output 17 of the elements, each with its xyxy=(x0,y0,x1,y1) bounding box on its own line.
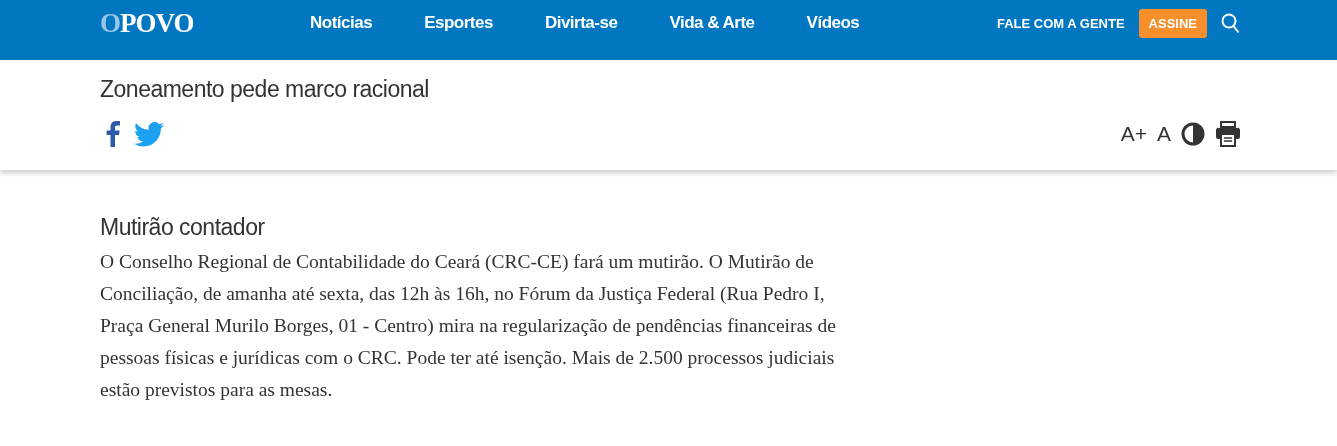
search-icon[interactable] xyxy=(1221,12,1240,34)
increase-font-button[interactable]: A+ xyxy=(1120,122,1147,146)
nav-link[interactable]: Vida & Arte xyxy=(669,13,755,33)
section-heading: Mutirão contador xyxy=(100,213,266,242)
print-icon[interactable] xyxy=(1215,121,1241,147)
decrease-font-button[interactable]: A xyxy=(1157,122,1171,146)
contact-link[interactable]: FALE COM A GENTE xyxy=(997,15,1125,31)
bird-icon[interactable] xyxy=(134,121,164,147)
article-title: Zoneamento pede marco racional xyxy=(100,76,430,103)
nav-link[interactable]: Vídeos xyxy=(806,13,860,33)
site-logo[interactable]: OPOVO xyxy=(100,7,310,39)
facebook-icon[interactable] xyxy=(106,121,120,147)
nav-link[interactable]: Divirta-se xyxy=(544,13,618,33)
article-paragraph: O Conselho Regional de Contabilidade do Ceará (CRC-CE) fará um mutirão. O Mutirão de Conciliação, de amanha até sexta, das 12h às 16h, no Fórum da Justiça Federal (Rua Pedro I, Praça General Murilo Borges, 01 - Centro) mira na regularização de pendências financeiras de pessoas físicas e jurídicas com o CRC. Pode ter até isenção. Mais de 2.500 processos judiciais estão previstos para as mesas. xyxy=(100,250,837,402)
nav-link[interactable]: Notícias xyxy=(310,13,373,33)
contrast-icon[interactable] xyxy=(1181,122,1205,146)
nav-link[interactable]: Esportes xyxy=(424,13,493,33)
